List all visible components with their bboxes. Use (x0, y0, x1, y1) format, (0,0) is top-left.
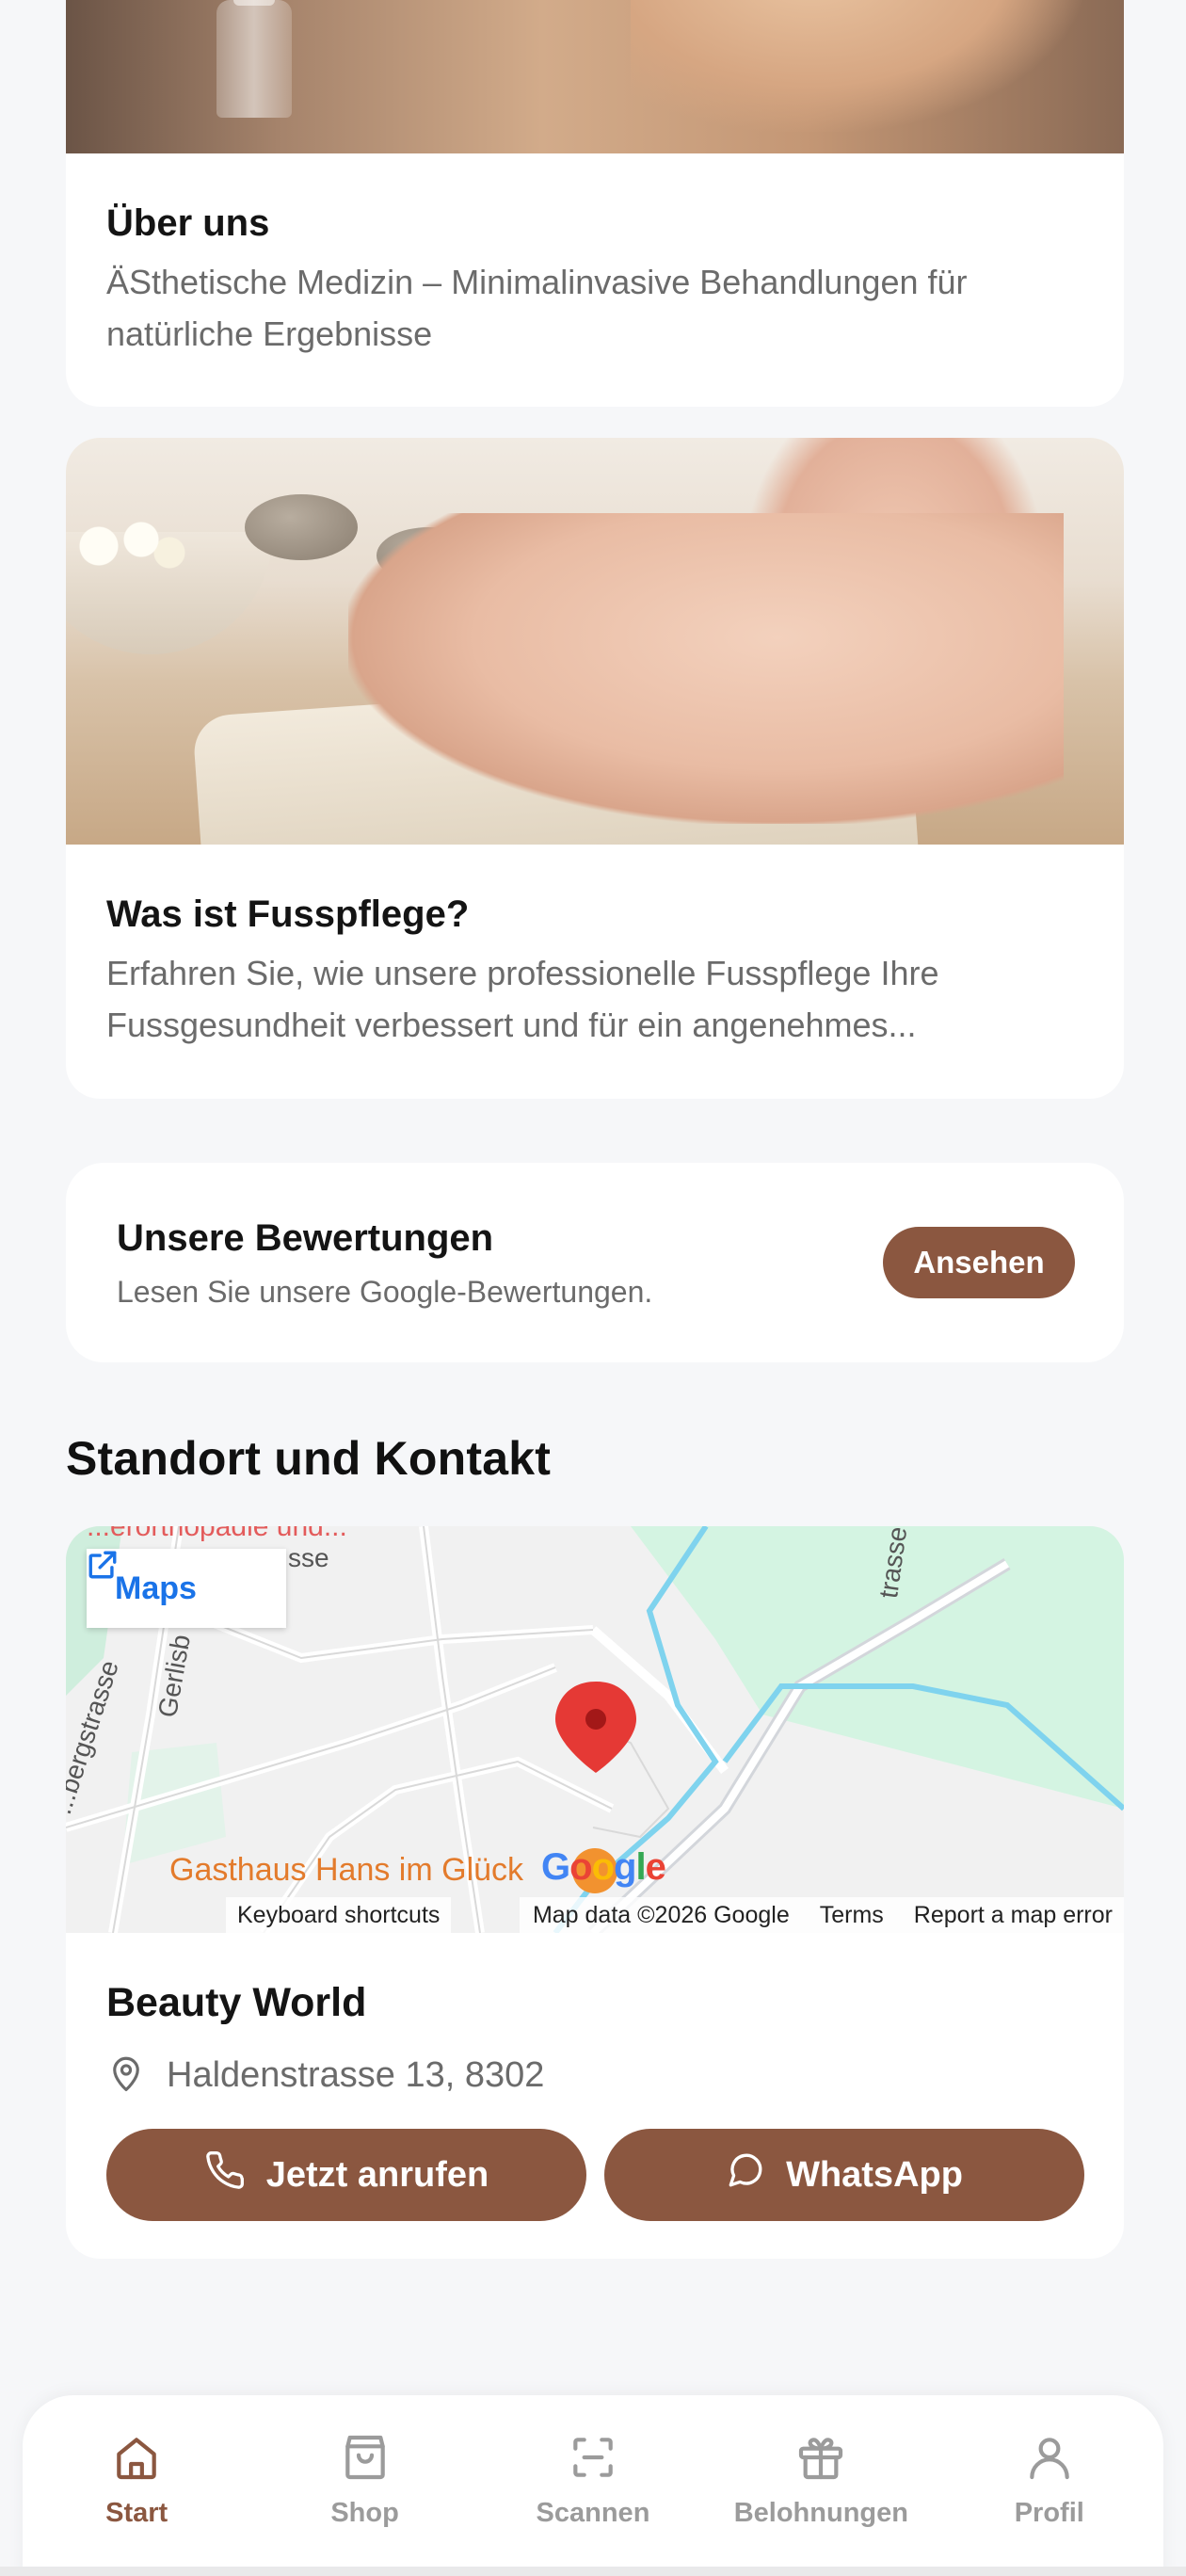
user-icon (1023, 2431, 1076, 2488)
nav-label: Belohnungen (733, 2498, 908, 2528)
map-terms-link[interactable]: Terms (820, 1902, 884, 1929)
contact-card: ...erorthopädie und... sse ...bergstrass… (66, 1526, 1124, 2259)
nav-label: Start (105, 2498, 168, 2528)
reviews-subtitle: Lesen Sie unsere Google-Bewertungen. (117, 1275, 653, 1309)
foot-care-image (66, 438, 1124, 845)
nav-item-shop[interactable]: Shop (257, 2431, 473, 2529)
nav-label: Profil (1014, 2498, 1084, 2528)
about-text: ÄSthetische Medizin – Minimalinvasive Be… (106, 263, 968, 353)
call-now-button[interactable]: Jetzt anrufen (106, 2129, 586, 2221)
nav-label: Shop (330, 2498, 399, 2528)
map-attribution: Map data ©2026 Google Terms Report a map… (519, 1897, 1124, 1933)
bottom-navigation: Start Shop Scannen Belohnungen Profil (23, 2395, 1163, 2576)
business-name: Beauty World (106, 1980, 367, 2025)
nav-item-rewards[interactable]: Belohnungen (713, 2431, 929, 2529)
phone-icon (204, 2149, 246, 2200)
shopping-bag-icon (339, 2431, 392, 2488)
map-partial-label: ...erorthopädie und... (87, 1526, 347, 1542)
location-pin-icon (106, 2053, 146, 2098)
map[interactable]: ...erorthopädie und... sse ...bergstrass… (66, 1526, 1124, 1933)
about-title: Über uns (106, 202, 270, 244)
about-image (66, 0, 1124, 153)
map-street-label: sse (288, 1543, 329, 1572)
foot-care-text: Erfahren Sie, wie unsere professionelle … (106, 954, 939, 1044)
reviews-title: Unsere Bewertungen (117, 1217, 494, 1259)
chat-bubble-icon (726, 2150, 765, 2199)
home-icon (110, 2431, 163, 2488)
reviews-card: Unsere Bewertungen Lesen Sie unsere Goog… (66, 1163, 1124, 1362)
map-place-label[interactable]: Gasthaus Hans im Glück (169, 1852, 523, 1889)
scan-icon (567, 2431, 619, 2488)
foot-care-card[interactable]: Was ist Fusspflege? Erfahren Sie, wie un… (66, 438, 1124, 1099)
google-logo: Google (541, 1846, 666, 1888)
maps-button-label: Maps (115, 1570, 197, 1606)
view-reviews-button[interactable]: Ansehen (883, 1227, 1075, 1298)
about-card[interactable]: Über uns ÄSthetische Medizin – Minimalin… (66, 0, 1124, 407)
nav-item-start[interactable]: Start (28, 2431, 245, 2529)
address-text: Haldenstrasse 13, 8302 (167, 2055, 545, 2095)
call-now-label: Jetzt anrufen (265, 2154, 489, 2195)
home-indicator-bar (0, 2567, 1186, 2576)
gift-icon (794, 2431, 847, 2488)
open-in-maps-button[interactable]: Maps (87, 1549, 286, 1628)
address-row: Haldenstrasse 13, 8302 (106, 2053, 544, 2098)
page: Über uns ÄSthetische Medizin – Minimalin… (0, 0, 1186, 2576)
nav-item-profile[interactable]: Profil (941, 2431, 1158, 2529)
map-data-text: Map data ©2026 Google (532, 1901, 790, 1928)
report-map-error-link[interactable]: Report a map error (914, 1902, 1113, 1929)
nav-label: Scannen (536, 2498, 650, 2528)
whatsapp-button[interactable]: WhatsApp (604, 2129, 1084, 2221)
foot-care-title: Was ist Fusspflege? (106, 894, 470, 935)
whatsapp-label: WhatsApp (786, 2154, 963, 2195)
keyboard-shortcuts-link[interactable]: Keyboard shortcuts (226, 1897, 452, 1933)
nav-item-scan[interactable]: Scannen (485, 2431, 701, 2529)
location-heading: Standort und Kontakt (66, 1432, 552, 1485)
